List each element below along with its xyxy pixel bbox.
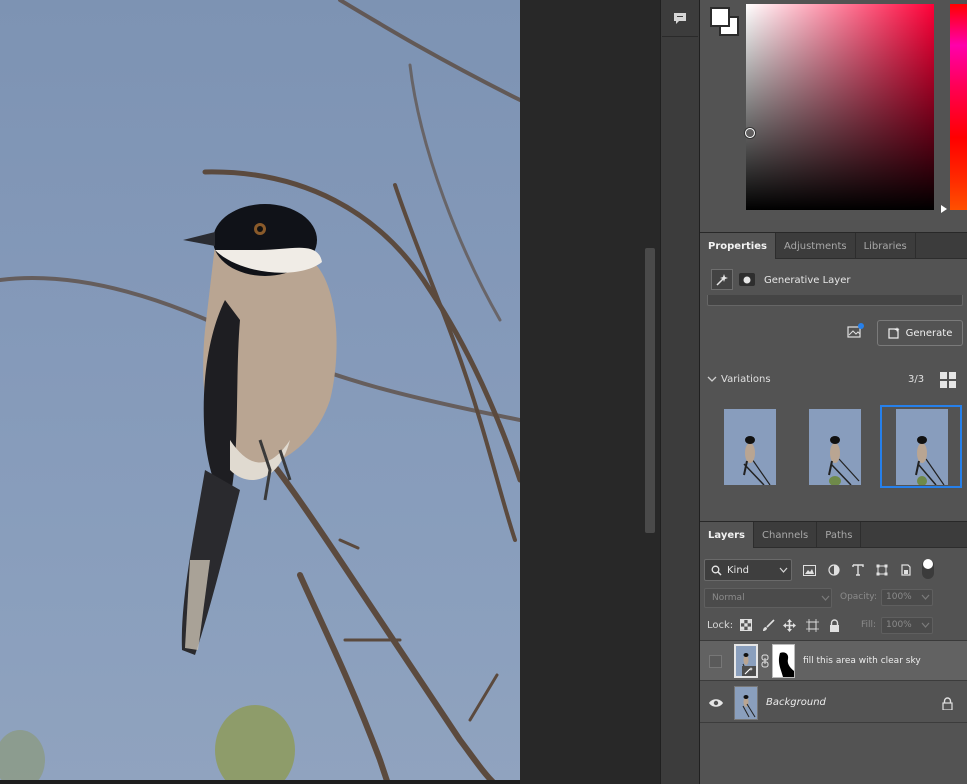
lock-transparent-pixels-icon[interactable]: [738, 617, 754, 633]
grid-view-icon[interactable]: [939, 371, 957, 389]
lock-label: Lock:: [707, 620, 734, 631]
lock-all-icon[interactable]: [826, 617, 842, 633]
variation-thumbnail-selected[interactable]: [896, 409, 948, 485]
canvas-bottom-edge: [0, 780, 520, 784]
lock-artboard-icon[interactable]: [804, 617, 820, 633]
layer-filter-toggle-knob[interactable]: [923, 559, 933, 569]
opacity-value: 100%: [886, 592, 912, 602]
layer-mask-thumbnail[interactable]: [772, 644, 795, 678]
lock-image-pixels-icon[interactable]: [760, 617, 776, 633]
opacity-label: Opacity:: [840, 592, 877, 602]
color-picker-cursor[interactable]: [745, 128, 755, 138]
layer-name[interactable]: fill this area with clear sky: [803, 656, 921, 666]
smart-object-filter-icon[interactable]: [898, 562, 914, 578]
foreground-color-swatch[interactable]: [710, 7, 730, 27]
chevron-down-icon[interactable]: [920, 620, 930, 630]
eye-icon[interactable]: [707, 696, 725, 710]
dock-separator: [662, 36, 698, 37]
tab-paths[interactable]: Paths: [817, 522, 862, 548]
tab-properties[interactable]: Properties: [700, 233, 776, 259]
layer-visibility-toggle[interactable]: [709, 655, 722, 668]
blend-mode-value: Normal: [712, 593, 745, 603]
layer-thumbnail[interactable]: [734, 644, 758, 678]
prompt-input[interactable]: [707, 295, 963, 306]
generate-button-label: Generate: [905, 327, 953, 339]
comments-icon[interactable]: [670, 8, 690, 28]
hue-slider-marker[interactable]: [941, 205, 947, 213]
layer-type-label: Generative Layer: [764, 275, 851, 286]
pixel-layer-filter-icon[interactable]: [801, 562, 817, 578]
pasteboard: [520, 0, 660, 784]
type-layer-filter-icon[interactable]: [850, 562, 866, 578]
layers-tabbar: Layers Channels Paths: [700, 522, 967, 548]
shape-layer-filter-icon[interactable]: [874, 562, 890, 578]
variation-thumbnail[interactable]: [724, 409, 776, 485]
generate-icon: [888, 327, 900, 339]
chevron-down-icon: [820, 593, 830, 603]
fill-label: Fill:: [861, 620, 877, 630]
layer-filter-label: Kind: [727, 565, 750, 576]
tab-layers[interactable]: Layers: [700, 522, 754, 548]
hue-slider[interactable]: [950, 4, 967, 210]
tab-channels[interactable]: Channels: [754, 522, 818, 548]
generative-layer-icon: [711, 269, 733, 290]
lock-position-icon[interactable]: [781, 617, 797, 633]
variations-label[interactable]: Variations: [721, 374, 771, 385]
tab-adjustments[interactable]: Adjustments: [776, 233, 856, 259]
lock-icon[interactable]: [941, 696, 953, 710]
image-feedback-icon[interactable]: [847, 323, 865, 339]
generate-button[interactable]: Generate: [877, 320, 963, 346]
color-saturation-field[interactable]: [746, 4, 934, 210]
layer-name[interactable]: Background: [766, 697, 826, 708]
properties-tabbar: Properties Adjustments Libraries: [700, 233, 967, 259]
variation-thumbnail[interactable]: [809, 409, 861, 485]
layer-thumbnail[interactable]: [734, 686, 758, 720]
document-canvas[interactable]: [0, 0, 520, 784]
adjustment-layer-filter-icon[interactable]: [826, 562, 842, 578]
fill-value: 100%: [886, 620, 912, 630]
bird-photo: [0, 0, 520, 784]
chevron-down-icon[interactable]: [707, 373, 717, 385]
search-icon: [710, 564, 722, 576]
layer-mask-icon: [739, 273, 755, 286]
chevron-down-icon: [778, 565, 788, 575]
vertical-scrollbar-thumb[interactable]: [645, 248, 655, 533]
mask-link-icon[interactable]: [760, 654, 770, 668]
tab-libraries[interactable]: Libraries: [856, 233, 916, 259]
collapsed-panel-dock: [660, 0, 700, 784]
variations-count: 3/3: [908, 374, 925, 385]
chevron-down-icon[interactable]: [920, 592, 930, 602]
